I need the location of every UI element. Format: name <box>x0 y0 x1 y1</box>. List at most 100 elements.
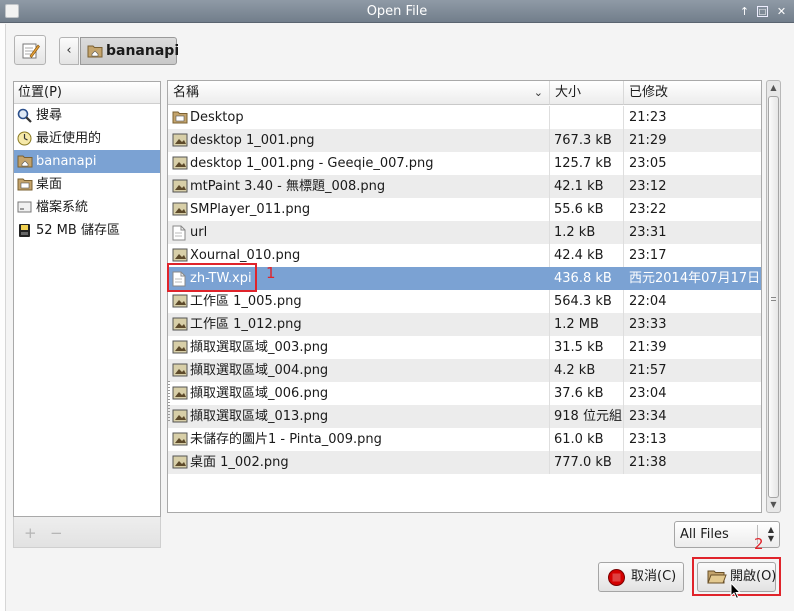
file-row[interactable]: SMPlayer_011.png 55.6 kB 23:22 <box>168 198 761 221</box>
file-size: 37.6 kB <box>554 386 604 401</box>
column-divider <box>623 428 624 451</box>
file-row[interactable]: Desktop 21:23 <box>168 106 761 129</box>
file-name: desktop 1_001.png <box>190 133 315 148</box>
file-row[interactable]: 擷取選取區域_004.png 4.2 kB 21:57 <box>168 359 761 382</box>
cancel-button[interactable]: 取消(C) <box>598 562 684 592</box>
image-file-icon <box>172 294 188 308</box>
title-bar: Open File ↑ □ ✕ <box>0 0 794 23</box>
window-title: Open File <box>366 4 428 19</box>
scrollbar-thumb[interactable] <box>768 96 779 498</box>
column-divider <box>549 336 550 359</box>
places-item-storage[interactable]: 52 MB 儲存區 <box>14 219 160 242</box>
places-item-label: 搜尋 <box>36 108 63 123</box>
thumb-grip-icon <box>771 297 776 301</box>
column-divider <box>549 359 550 382</box>
file-size: 436.8 kB <box>554 271 612 286</box>
resize-grip <box>168 381 170 421</box>
file-modified: 21:38 <box>629 455 667 470</box>
column-header-name[interactable]: 名稱 ⌄ <box>168 81 550 105</box>
file-row[interactable]: 擷取選取區域_013.png 918 位元組 23:34 <box>168 405 761 428</box>
file-size: 777.0 kB <box>554 455 612 470</box>
file-row[interactable]: 工作區 1_005.png 564.3 kB 22:04 <box>168 290 761 313</box>
places-item-desktop[interactable]: 桌面 <box>14 173 160 196</box>
file-size: 918 位元組 <box>554 409 622 424</box>
column-divider <box>549 382 550 405</box>
column-divider <box>623 129 624 152</box>
file-name: 工作區 1_012.png <box>190 317 302 332</box>
scroll-up-arrow-icon[interactable]: ▲ <box>767 81 780 95</box>
path-bar-current-folder[interactable]: bananapi <box>80 37 179 65</box>
file-modified: 21:39 <box>629 340 667 355</box>
file-row[interactable]: 擷取選取區域_006.png 37.6 kB 23:04 <box>168 382 761 405</box>
remove-bookmark-button[interactable]: − <box>50 524 63 542</box>
path-back-button[interactable]: ‹ <box>59 37 79 65</box>
type-location-button[interactable] <box>14 35 46 65</box>
column-divider <box>623 221 624 244</box>
places-header[interactable]: 位置(P) <box>14 82 160 104</box>
scroll-down-arrow-icon[interactable]: ▼ <box>767 498 780 512</box>
file-type-filter[interactable]: All Files ▲ ▼ <box>674 521 780 548</box>
close-button[interactable]: ✕ <box>775 5 788 18</box>
column-divider <box>549 221 550 244</box>
file-row[interactable]: 桌面 1_002.png 777.0 kB 21:38 <box>168 451 761 474</box>
file-list-scrollbar[interactable]: ▲ ▼ <box>766 80 781 513</box>
column-divider <box>623 313 624 336</box>
places-item-label: 52 MB 儲存區 <box>36 223 120 238</box>
file-modified: 23:05 <box>629 156 667 171</box>
file-name: 桌面 1_002.png <box>190 455 289 470</box>
column-divider <box>623 152 624 175</box>
file-size: 42.4 kB <box>554 248 604 263</box>
places-item-filesystem[interactable]: 檔案系統 <box>14 196 160 219</box>
image-file-icon <box>172 317 188 331</box>
maximize-button[interactable]: □ <box>757 6 768 17</box>
column-divider <box>549 129 550 152</box>
column-divider <box>623 405 624 428</box>
column-divider <box>549 106 550 129</box>
file-size: 564.3 kB <box>554 294 612 309</box>
move-up-button[interactable]: ↑ <box>738 5 751 18</box>
file-row[interactable]: 工作區 1_012.png 1.2 MB 23:33 <box>168 313 761 336</box>
file-name: 未儲存的圖片1 - Pinta_009.png <box>190 432 382 447</box>
file-row[interactable]: url 1.2 kB 23:31 <box>168 221 761 244</box>
drive-icon <box>17 201 32 213</box>
file-size: 55.6 kB <box>554 202 604 217</box>
places-item-recent[interactable]: 最近使用的 <box>14 127 160 150</box>
column-divider <box>623 267 624 290</box>
file-size: 31.5 kB <box>554 340 604 355</box>
image-file-icon <box>172 133 188 147</box>
file-row[interactable]: 未儲存的圖片1 - Pinta_009.png 61.0 kB 23:13 <box>168 428 761 451</box>
column-divider <box>623 244 624 267</box>
file-modified: 23:31 <box>629 225 667 240</box>
up-down-arrows-icon: ▲ ▼ <box>767 525 774 543</box>
column-divider <box>623 106 624 129</box>
file-name: 工作區 1_005.png <box>190 294 302 309</box>
file-modified: 22:04 <box>629 294 667 309</box>
file-row[interactable]: mtPaint 3.40 - 無標題_008.png 42.1 kB 23:12 <box>168 175 761 198</box>
file-name: 擷取選取區域_013.png <box>190 409 329 424</box>
column-divider <box>549 244 550 267</box>
file-name: 擷取選取區域_004.png <box>190 363 329 378</box>
file-name: 擷取選取區域_006.png <box>190 386 329 401</box>
column-header-size[interactable]: 大小 <box>550 81 624 105</box>
places-item-home[interactable]: bananapi <box>14 150 160 173</box>
edit-pencil-icon <box>22 43 40 59</box>
file-modified: 21:23 <box>629 110 667 125</box>
column-divider <box>623 359 624 382</box>
home-folder-icon <box>17 155 33 168</box>
file-row[interactable]: desktop 1_001.png - Geeqie_007.png 125.7 … <box>168 152 761 175</box>
column-header-modified[interactable]: 已修改 <box>624 81 761 105</box>
file-row[interactable]: 擷取選取區域_003.png 31.5 kB 21:39 <box>168 336 761 359</box>
places-item-search[interactable]: 搜尋 <box>14 104 160 127</box>
file-modified: 23:13 <box>629 432 667 447</box>
file-row[interactable]: Xournal_010.png 42.4 kB 23:17 <box>168 244 761 267</box>
column-divider <box>549 198 550 221</box>
mouse-cursor-icon <box>730 582 742 600</box>
file-row[interactable]: zh-TW.xpi 436.8 kB 西元2014年07月17日 <box>168 267 761 290</box>
image-file-icon <box>172 156 188 170</box>
cancel-button-label: 取消(C) <box>631 569 677 584</box>
column-divider <box>549 290 550 313</box>
column-divider <box>549 451 550 474</box>
add-bookmark-button[interactable]: + <box>24 524 37 542</box>
file-row[interactable]: desktop 1_001.png 767.3 kB 21:29 <box>168 129 761 152</box>
file-modified: 西元2014年07月17日 <box>629 271 761 286</box>
